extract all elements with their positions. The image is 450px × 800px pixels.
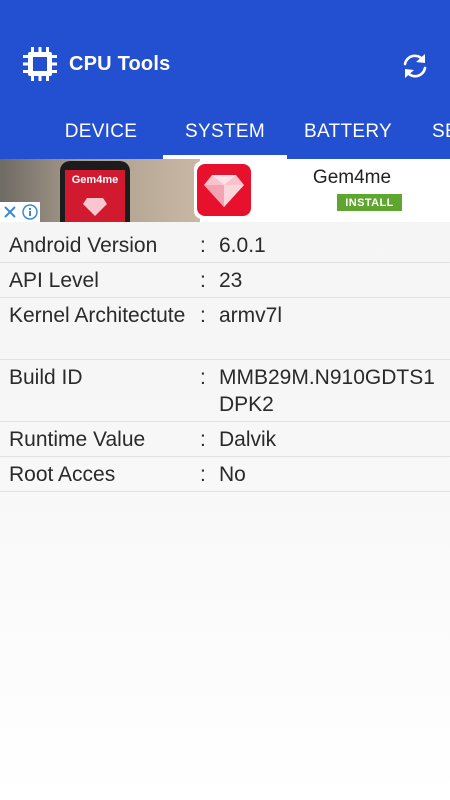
info-value: 6.0.1 — [219, 234, 266, 257]
ad-phone-image: Gem4me — [60, 161, 130, 222]
system-info-list: Android Version : 6.0.1 API Level : 23 K… — [0, 228, 450, 492]
info-label: Build ID — [9, 366, 83, 389]
info-icon[interactable] — [20, 202, 40, 222]
info-value: No — [219, 463, 246, 486]
info-row-runtime-value: Runtime Value : Dalvik — [0, 422, 450, 457]
tab-system[interactable]: SYSTEM — [163, 104, 287, 159]
cpu-icon — [23, 47, 57, 81]
ad-phone-text: Gem4me — [71, 174, 119, 186]
info-separator: : — [200, 304, 206, 327]
gem-icon — [83, 198, 107, 216]
info-row-root-access: Root Acces : No — [0, 457, 450, 492]
tab-sensors[interactable]: SE — [432, 104, 450, 159]
info-label: Root Acces — [9, 463, 116, 486]
info-separator: : — [200, 366, 206, 389]
info-value: 23 — [219, 269, 243, 292]
ad-choices — [0, 202, 40, 222]
info-label: Runtime Value — [9, 428, 146, 451]
diamond-icon — [204, 175, 244, 207]
info-separator: : — [200, 428, 206, 451]
tab-bar: DEVICE SYSTEM BATTERY SE — [0, 104, 450, 159]
close-icon[interactable] — [0, 202, 20, 222]
info-separator: : — [200, 234, 206, 257]
info-value: Dalvik — [219, 428, 277, 451]
ad-app-logo[interactable] — [194, 161, 254, 219]
info-label: Kernel Architectute — [9, 304, 186, 327]
tab-device[interactable]: DEVICE — [48, 104, 154, 159]
info-separator: : — [200, 463, 206, 486]
info-row-android-version: Android Version : 6.0.1 — [0, 228, 450, 263]
info-row-kernel-architecture: Kernel Architectute : armv7l — [0, 298, 450, 360]
info-row-api-level: API Level : 23 — [0, 263, 450, 298]
info-label: API Level — [9, 269, 99, 292]
refresh-icon[interactable] — [399, 50, 431, 82]
install-button[interactable]: INSTALL — [337, 194, 402, 211]
app-bar: CPU Tools DEVICE SYSTEM BATTERY SE — [0, 0, 450, 159]
toolbar: CPU Tools — [0, 36, 450, 94]
info-value: armv7l — [219, 304, 283, 327]
ad-banner[interactable]: Gem4me Gem4me INSTALL — [0, 159, 450, 222]
tab-battery[interactable]: BATTERY — [296, 104, 400, 159]
app-title: CPU Tools — [69, 53, 171, 75]
ad-app-name: Gem4me — [312, 167, 392, 188]
info-separator: : — [200, 269, 206, 292]
info-row-build-id: Build ID : MMB29M.N910GDTS1DPK2 — [0, 360, 450, 422]
info-label: Android Version — [9, 234, 158, 257]
info-value: MMB29M.N910GDTS1DPK2 — [219, 366, 435, 416]
